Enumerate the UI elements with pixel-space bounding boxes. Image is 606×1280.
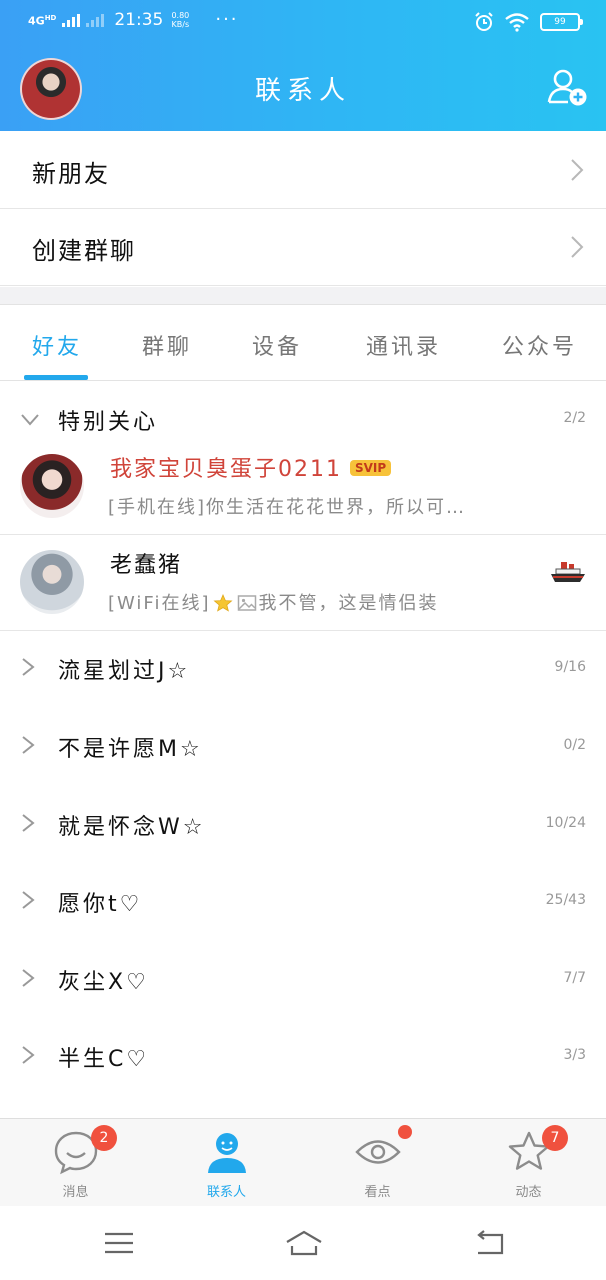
tabbar-discover[interactable]: 看点 <box>302 1119 453 1207</box>
friend-row[interactable]: 我家宝贝臭蛋子0211 SVIP [手机在线]你生活在花花世界，所以可… <box>0 439 606 535</box>
battery-icon: 99 <box>540 13 583 31</box>
group-count: 0/2 <box>563 737 586 753</box>
tab-devices[interactable]: 设备 <box>252 329 302 361</box>
menu-icon[interactable] <box>102 1228 136 1258</box>
eye-icon <box>354 1140 401 1164</box>
chevron-right-icon <box>22 814 35 832</box>
network-speed: 0.80 KB/s <box>171 11 190 29</box>
friend-name: 老蠢猪 <box>110 553 183 578</box>
home-icon[interactable] <box>284 1228 324 1258</box>
page-title: 联系人 <box>254 76 351 106</box>
group-count: 7/7 <box>563 970 586 986</box>
group-count: 9/16 <box>554 659 586 675</box>
group-row[interactable]: 半生C♡ 3/3 <box>0 1019 606 1096</box>
group-name: 特别关心 <box>58 410 159 435</box>
tabbar-label: 动态 <box>515 1185 542 1200</box>
app-header: 4GHD 21:35 0.80 KB/s ··· 99 联系人 <box>0 0 606 131</box>
group-count: 25/43 <box>545 892 586 908</box>
group-count: 10/24 <box>545 815 586 831</box>
image-icon <box>237 595 256 611</box>
create-group-label: 创建群聊 <box>32 237 136 265</box>
chevron-right-icon <box>22 658 35 676</box>
tabbar-label: 联系人 <box>206 1185 246 1200</box>
tabbar-messages[interactable]: 2 消息 <box>0 1119 151 1207</box>
chevron-down-icon <box>21 414 39 426</box>
signal-icon-secondary <box>86 13 105 27</box>
messages-badge: 2 <box>91 1125 117 1151</box>
svip-badge: SVIP <box>350 460 392 476</box>
group-row[interactable]: 灰尘X♡ 7/7 <box>0 942 606 1019</box>
group-name: 半生C♡ <box>58 1047 150 1072</box>
status-time: 21:35 <box>114 10 164 30</box>
friend-status: [WiFi在线] 我不管，这是情侣装 <box>108 593 439 614</box>
discover-dot <box>398 1125 412 1139</box>
chevron-right-icon <box>22 969 35 987</box>
chevron-right-icon <box>22 736 35 754</box>
group-row[interactable]: 不是许愿M☆ 0/2 <box>0 709 606 786</box>
tab-groups[interactable]: 群聊 <box>142 329 192 361</box>
network-type: 4GHD <box>28 14 57 28</box>
group-count: 3/3 <box>563 1047 586 1063</box>
chevron-right-icon <box>22 1046 35 1064</box>
group-name: 愿你t♡ <box>58 892 143 917</box>
more-status-icon: ··· <box>215 9 239 30</box>
back-icon[interactable] <box>472 1228 506 1258</box>
group-row[interactable]: 愿你t♡ 25/43 <box>0 864 606 941</box>
star-icon <box>212 594 233 612</box>
moments-badge: 7 <box>542 1125 568 1151</box>
wifi-icon <box>505 13 529 32</box>
avatar <box>20 550 84 614</box>
new-friends-entry[interactable]: 新朋友 <box>0 132 606 209</box>
group-name: 流星划过J☆ <box>58 659 191 684</box>
contact-tabs: 好友 群聊 设备 通讯录 公众号 <box>0 305 606 381</box>
new-friends-label: 新朋友 <box>32 160 110 188</box>
tab-address-book[interactable]: 通讯录 <box>366 329 441 361</box>
tabbar-contacts[interactable]: 联系人 <box>151 1119 302 1207</box>
friend-row[interactable]: 老蠢猪 [WiFi在线] 我不管，这是情侣装 <box>0 535 606 631</box>
tabbar-moments[interactable]: 7 动态 <box>453 1119 604 1207</box>
friend-status: [手机在线]你生活在花花世界，所以可… <box>108 497 467 518</box>
group-name: 不是许愿M☆ <box>58 737 203 762</box>
section-divider <box>0 287 606 305</box>
create-group-entry[interactable]: 创建群聊 <box>0 209 606 286</box>
contacts-person-icon <box>207 1133 246 1173</box>
group-row[interactable]: 流星划过J☆ 9/16 <box>0 631 606 708</box>
ship-icon <box>551 562 585 582</box>
tabbar-label: 看点 <box>364 1185 391 1200</box>
tab-active-indicator <box>24 375 88 380</box>
group-row[interactable]: 就是怀念W☆ 10/24 <box>0 787 606 864</box>
avatar <box>20 454 84 518</box>
signal-icon <box>62 13 81 27</box>
status-bar: 4GHD 21:35 0.80 KB/s ··· 99 <box>0 0 606 44</box>
chevron-right-icon <box>22 891 35 909</box>
chevron-right-icon <box>571 159 584 181</box>
friend-name: 我家宝贝臭蛋子0211 SVIP <box>110 451 392 483</box>
group-name: 就是怀念W☆ <box>58 815 206 840</box>
tab-official-accounts[interactable]: 公众号 <box>502 329 577 361</box>
add-friend-icon[interactable] <box>546 66 588 108</box>
chevron-right-icon <box>571 236 584 258</box>
alarm-icon <box>475 12 493 31</box>
group-name: 灰尘X♡ <box>58 970 149 995</box>
bottom-tab-bar: 2 消息 联系人 看点 7 动态 <box>0 1118 606 1206</box>
system-nav-bar <box>0 1206 606 1280</box>
tab-friends[interactable]: 好友 <box>32 329 82 361</box>
group-count: 2/2 <box>563 410 586 426</box>
tabbar-label: 消息 <box>62 1185 89 1200</box>
